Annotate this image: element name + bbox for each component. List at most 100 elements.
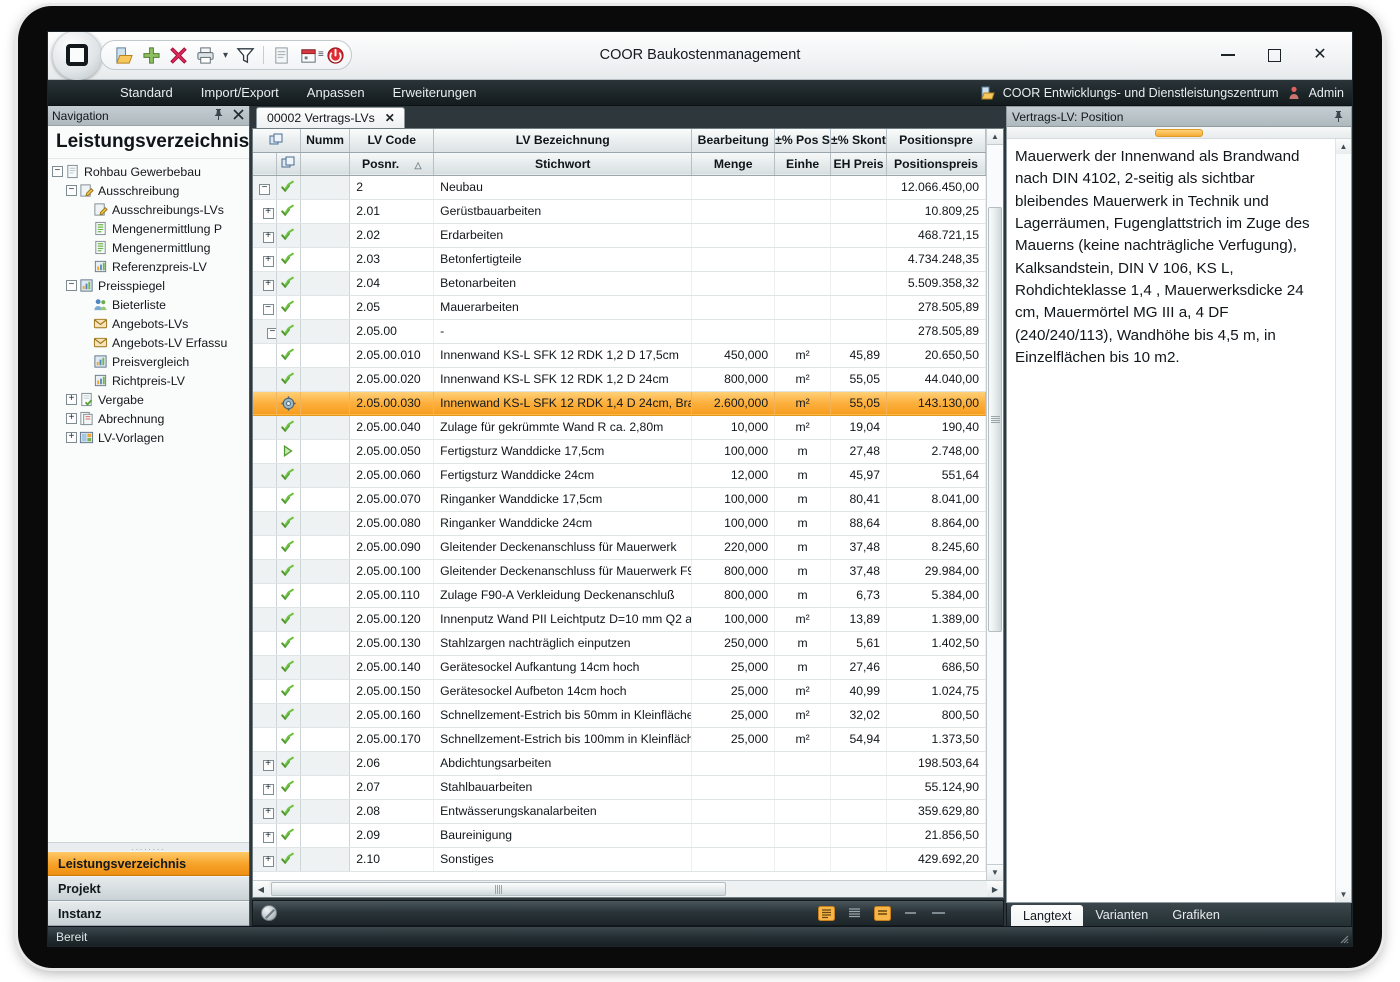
document-tab-vertrags-lvs[interactable]: 00002 Vertrags-LVs ✕ — [256, 107, 405, 128]
header-pos-sum[interactable]: ±% Pos Sum — [774, 129, 832, 153]
table-row[interactable]: − 2.05.00- 278.505,89 — [253, 319, 987, 344]
row-status-cell[interactable] — [276, 247, 301, 272]
table-row[interactable]: +2.01 Gerüstbauarbeiten 10.809,25 — [253, 199, 987, 224]
tree-toggle-collapse[interactable]: − — [66, 185, 77, 196]
close-icon[interactable] — [232, 108, 245, 121]
view-wide-icon[interactable] — [930, 906, 947, 921]
row-status-cell[interactable] — [276, 655, 301, 680]
header-grid-selector[interactable] — [253, 129, 301, 153]
langtext-highlight-pill[interactable] — [1155, 128, 1203, 137]
header-lv-code[interactable]: LV Code — [349, 129, 435, 153]
row-toggle-cell[interactable] — [253, 343, 278, 368]
tree-toggle-expand[interactable]: + — [66, 394, 77, 405]
table-row[interactable]: 2.05.00.170 Schnellzement-Estrich bis 100… — [253, 727, 987, 752]
row-toggle-cell[interactable]: + — [253, 751, 278, 776]
row-toggle-cell[interactable] — [253, 511, 278, 536]
header-lv-bezeichnung[interactable]: LV Bezeichnung — [433, 129, 693, 153]
column-chooser-icon[interactable] — [281, 156, 296, 171]
row-status-cell[interactable] — [276, 487, 301, 512]
navigation-resize-grip[interactable]: ........ — [48, 842, 249, 852]
row-status-cell[interactable] — [276, 271, 301, 296]
row-toggle-cell[interactable]: + — [253, 775, 278, 800]
tree-item-richtpreis-lv[interactable]: Richtpreis-LV — [52, 371, 249, 390]
grid-vertical-scrollbar[interactable]: ▲ ▼ — [986, 129, 1003, 880]
row-toggle-cell[interactable] — [253, 367, 278, 392]
table-row[interactable]: +2.06 Abdichtungsarbeiten 198.503,64 — [253, 751, 987, 776]
horizontal-scroll-thumb[interactable] — [271, 882, 726, 896]
grid-horizontal-scrollbar[interactable]: ◀ ▶ — [253, 880, 1003, 897]
vertical-scroll-track[interactable] — [987, 145, 1003, 864]
row-toggle-cell[interactable] — [253, 487, 278, 512]
scroll-down-arrow[interactable]: ▼ — [987, 864, 1003, 880]
row-toggle-cell[interactable] — [253, 535, 278, 560]
table-row[interactable]: 2.05.00.010 Innenwand KS-L SFK 12 RDK 1,2… — [253, 343, 987, 368]
row-toggle-cell[interactable]: + — [253, 823, 278, 848]
table-row[interactable]: 2.05.00.080 Ringanker Wanddicke 24cm 100,0… — [253, 511, 987, 536]
row-status-cell[interactable] — [276, 439, 301, 464]
row-status-cell[interactable] — [276, 799, 301, 824]
header-positionspreis-top[interactable]: Positionspre — [886, 129, 987, 153]
row-expand-toggle[interactable]: + — [262, 831, 274, 843]
row-toggle-cell[interactable]: − — [253, 295, 278, 320]
row-status-cell[interactable] — [276, 511, 301, 536]
row-collapse-toggle[interactable]: − — [262, 303, 274, 315]
row-toggle-cell[interactable]: + — [253, 199, 278, 224]
tree-item-abrechnung[interactable]: + Abrechnung — [52, 409, 249, 428]
tree-item-vergabe[interactable]: + Vergabe — [52, 390, 249, 409]
tree-item-preisvergleich[interactable]: Preisvergleich — [52, 352, 249, 371]
row-toggle-cell[interactable] — [253, 391, 278, 416]
table-row[interactable]: +2.09 Baureinigung 21.856,50 — [253, 823, 987, 848]
row-status-cell[interactable] — [276, 319, 301, 344]
tab-grafiken[interactable]: Grafiken — [1160, 903, 1232, 926]
row-expand-toggle[interactable]: + — [262, 207, 274, 219]
row-status-cell[interactable] — [276, 631, 301, 656]
row-expand-toggle[interactable]: + — [262, 855, 274, 867]
row-status-cell[interactable] — [276, 535, 301, 560]
row-toggle-cell[interactable] — [253, 607, 278, 632]
table-row[interactable]: 2.05.00.050 Fertigsturz Wanddicke 17,5cm 1… — [253, 439, 987, 464]
position-long-text[interactable]: Mauerwerk der Innenwand als Brandwand na… — [1007, 139, 1335, 902]
row-toggle-cell[interactable]: + — [253, 223, 278, 248]
row-status-cell[interactable] — [276, 727, 301, 752]
row-status-cell[interactable] — [276, 223, 301, 248]
row-expand-toggle[interactable]: + — [262, 807, 274, 819]
row-collapse-toggle[interactable]: − — [259, 183, 271, 195]
scroll-up-arrow[interactable]: ▲ — [987, 129, 1003, 145]
row-toggle-cell[interactable]: + — [253, 247, 278, 272]
row-status-cell[interactable] — [276, 367, 301, 392]
header-sub-selector[interactable] — [276, 152, 301, 176]
row-status-cell[interactable] — [276, 415, 301, 440]
tree-item-ausschreibungs-lvs[interactable]: Ausschreibungs-LVs — [52, 200, 249, 219]
row-toggle-cell[interactable] — [253, 463, 278, 488]
row-toggle-cell[interactable]: + — [253, 271, 278, 296]
table-row[interactable]: 2.05.00.140 Gerätesockel Aufkantung 14cm … — [253, 655, 987, 680]
table-row-selected[interactable]: 2.05.00.030 Innenwand KS-L SFK 12 RDK 1,4… — [253, 391, 987, 416]
table-row[interactable]: 2.05.00.120 Innenputz Wand PII Leichtputz… — [253, 607, 987, 632]
tree-toggle-expand[interactable]: + — [66, 432, 77, 443]
row-toggle-cell[interactable] — [253, 655, 278, 680]
tab-langtext[interactable]: Langtext — [1011, 905, 1084, 926]
table-row[interactable]: 2.05.00.150 Gerätesockel Aufbeton 14cm ho… — [253, 679, 987, 704]
table-row[interactable]: 2.05.00.110 Zulage F90-A Verkleidung Deck… — [253, 583, 987, 608]
text-scroll-up-arrow[interactable]: ▲ — [1336, 139, 1351, 154]
table-row[interactable]: 2.05.00.070 Ringanker Wanddicke 17,5cm 100… — [253, 487, 987, 512]
row-toggle-cell[interactable]: − — [253, 175, 278, 200]
row-status-cell[interactable] — [276, 295, 301, 320]
tree-item-mengenermittlung[interactable]: Mengenermittlung — [52, 238, 249, 257]
close-button[interactable]: ✕ — [1298, 40, 1342, 70]
row-toggle-cell[interactable] — [253, 559, 278, 584]
row-toggle-cell[interactable]: + — [253, 847, 278, 872]
row-status-cell[interactable] — [276, 199, 301, 224]
tree-item-mengenermittlung-p[interactable]: Mengenermittlung P — [52, 219, 249, 238]
tree-item-angebots-lv-erfassu[interactable]: Angebots-LV Erfassu — [52, 333, 249, 352]
column-chooser-icon[interactable] — [269, 133, 284, 148]
row-expand-toggle[interactable]: + — [262, 783, 274, 795]
row-toggle-cell[interactable] — [253, 439, 278, 464]
row-status-cell[interactable] — [276, 751, 301, 776]
table-row[interactable]: 2.05.00.020 Innenwand KS-L SFK 12 RDK 1,2… — [253, 367, 987, 392]
header-eh-preis[interactable]: EH Preis — [830, 152, 887, 176]
header-positionspreis[interactable]: Positionspreis — [886, 152, 987, 176]
table-row[interactable]: 2.05.00.130 Stahlzargen nachträglich einp… — [253, 631, 987, 656]
view-detail-active-icon[interactable] — [818, 905, 835, 921]
table-row[interactable]: − 2.05 Mauerarbeiten 278.505,89 — [253, 295, 987, 320]
